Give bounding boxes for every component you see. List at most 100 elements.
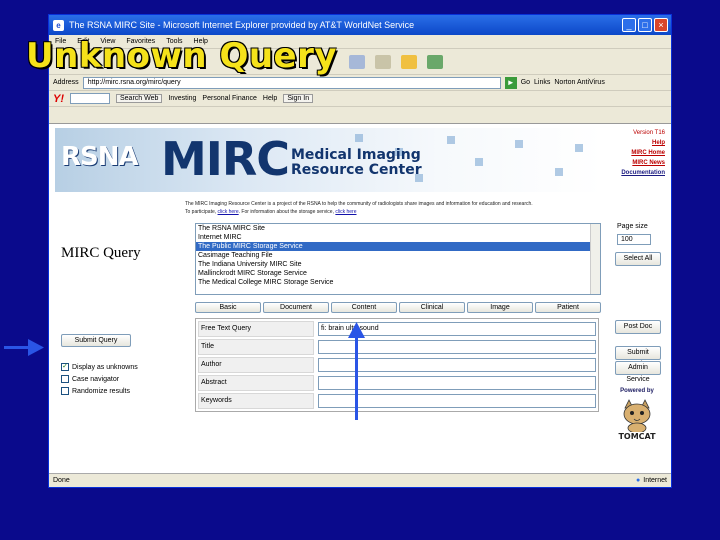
yahoo-logo-icon[interactable]: Y! bbox=[53, 93, 64, 105]
field-label: Keywords bbox=[198, 393, 314, 409]
server-item[interactable]: The RSNA MIRC Site bbox=[196, 224, 600, 233]
rsna-logo: RSNA bbox=[61, 142, 139, 172]
slide-title: Unknown Query bbox=[26, 36, 338, 76]
server-item[interactable]: The Indiana University MIRC Site bbox=[196, 260, 600, 269]
field-label: Abstract bbox=[198, 375, 314, 391]
page-size-label: Page size bbox=[617, 223, 648, 230]
field-row-author: Author bbox=[198, 357, 596, 373]
post-doc-button[interactable]: Post Doc bbox=[615, 320, 661, 334]
documentation-link[interactable]: Documentation bbox=[609, 168, 665, 178]
go-arrow-icon[interactable]: ► bbox=[504, 76, 517, 89]
maximize-button[interactable]: □ bbox=[638, 18, 652, 32]
option-label: Case navigator bbox=[72, 375, 120, 383]
server-item[interactable]: Mallinckrodt MIRC Storage Service bbox=[196, 269, 600, 278]
yahoo-toolbar: Y! Search Web Investing Personal Finance… bbox=[49, 91, 671, 107]
tab-image[interactable]: Image bbox=[467, 302, 533, 313]
links-button[interactable]: Links bbox=[534, 79, 550, 86]
powered-by-text: Powered by bbox=[620, 388, 654, 394]
submit-service-button[interactable]: Submit Service bbox=[615, 346, 661, 368]
print-icon[interactable] bbox=[375, 54, 391, 69]
tab-patient[interactable]: Patient bbox=[535, 302, 601, 313]
intro-text: The MIRC Imaging Resource Center is a pr… bbox=[185, 200, 535, 216]
mail-icon[interactable] bbox=[349, 54, 365, 69]
option-case-navigator[interactable]: Case navigator bbox=[61, 375, 119, 383]
mirc-banner: RSNA MIRC Medical Imaging Resource Cente… bbox=[55, 128, 603, 192]
version-text: Version T16 bbox=[633, 130, 665, 136]
field-row-title: Title bbox=[198, 339, 596, 355]
intro-link-1[interactable]: click here bbox=[218, 209, 239, 215]
field-row-keywords: Keywords bbox=[198, 393, 596, 409]
field-row-abstract: Abstract bbox=[198, 375, 596, 391]
intro-link-2[interactable]: click here bbox=[335, 209, 356, 215]
mirc-subtitle: Medical Imaging Resource Center bbox=[291, 147, 422, 178]
page-title: MIRC Query bbox=[61, 245, 141, 261]
mirc-logo: MIRC bbox=[161, 132, 290, 186]
keywords-input[interactable] bbox=[318, 394, 596, 408]
server-list-scrollbar[interactable] bbox=[590, 224, 600, 294]
tab-basic[interactable]: Basic bbox=[195, 302, 261, 313]
annotation-arrow-head-up-icon bbox=[348, 322, 365, 338]
option-label: Display as unknowns bbox=[72, 363, 138, 371]
field-label: Free Text Query bbox=[198, 321, 314, 337]
query-tabs: Basic Document Content Clinical Image Pa… bbox=[195, 302, 601, 313]
mirc-news-link[interactable]: MIRC News bbox=[609, 158, 665, 168]
yahoo-search-input[interactable] bbox=[70, 93, 110, 104]
server-item-selected[interactable]: The Public MIRC Storage Service bbox=[196, 242, 600, 251]
status-text: Done bbox=[53, 477, 70, 484]
option-randomize[interactable]: Randomize results bbox=[61, 387, 130, 395]
zone-text: Internet bbox=[643, 477, 667, 484]
investing-button[interactable]: Investing bbox=[168, 95, 196, 102]
intro-body-2: . For information about the storage serv… bbox=[238, 209, 336, 215]
annotation-arrow-head-right-icon bbox=[28, 339, 44, 356]
field-row-free-text: Free Text Query fi: brain ultrasound bbox=[198, 321, 596, 337]
globe-icon: ● bbox=[636, 477, 641, 484]
folder-icon[interactable] bbox=[401, 54, 417, 69]
yahoo-help-button[interactable]: Help bbox=[263, 95, 277, 102]
norton-button[interactable]: Norton AntiVirus bbox=[554, 79, 604, 86]
option-display-unknowns[interactable]: ✓ Display as unknowns bbox=[61, 363, 138, 371]
server-item[interactable]: Casimage Teaching File bbox=[196, 251, 600, 260]
server-item[interactable]: The Medical College MIRC Storage Service bbox=[196, 278, 600, 287]
close-button[interactable]: × bbox=[654, 18, 668, 32]
tomcat-name: TOMCAT bbox=[618, 432, 656, 441]
field-label: Title bbox=[198, 339, 314, 355]
messenger-icon[interactable] bbox=[427, 54, 443, 69]
mirc-home-link[interactable]: MIRC Home bbox=[609, 148, 665, 158]
page-content: RSNA MIRC Medical Imaging Resource Cente… bbox=[49, 123, 671, 473]
address-input[interactable]: http://mirc.rsna.org/mirc/query bbox=[82, 76, 501, 89]
checkbox[interactable] bbox=[61, 375, 69, 383]
side-links: Version T16 Help MIRC Home MIRC News Doc… bbox=[609, 128, 665, 178]
help-link[interactable]: Help bbox=[609, 138, 665, 148]
status-bar: Done ● Internet bbox=[49, 473, 671, 487]
minimize-button[interactable]: _ bbox=[622, 18, 636, 32]
address-label: Address bbox=[53, 79, 79, 86]
author-input[interactable] bbox=[318, 358, 596, 372]
select-all-button[interactable]: Select All bbox=[615, 252, 661, 266]
submit-query-button[interactable]: Submit Query bbox=[61, 334, 131, 347]
option-label: Randomize results bbox=[72, 387, 130, 395]
checkbox-checked[interactable]: ✓ bbox=[61, 363, 69, 371]
personal-finance-button[interactable]: Personal Finance bbox=[202, 95, 256, 102]
server-list[interactable]: The RSNA MIRC Site Internet MIRC The Pub… bbox=[195, 223, 601, 295]
browser-window: e The RSNA MIRC Site - Microsoft Interne… bbox=[48, 14, 672, 488]
title-input[interactable] bbox=[318, 340, 596, 354]
go-button[interactable]: Go bbox=[521, 79, 530, 86]
tab-document[interactable]: Document bbox=[263, 302, 329, 313]
page-size-select[interactable]: 100 bbox=[617, 234, 651, 245]
tab-content[interactable]: Content bbox=[331, 302, 397, 313]
address-bar: Address http://mirc.rsna.org/mirc/query … bbox=[49, 75, 671, 91]
abstract-input[interactable] bbox=[318, 376, 596, 390]
annotation-arrow-shaft-up bbox=[355, 336, 358, 420]
admin-service-button[interactable]: Admin Service bbox=[615, 361, 661, 383]
sign-in-button[interactable]: Sign In bbox=[283, 94, 314, 103]
tomcat-logo-icon bbox=[623, 399, 651, 432]
window-title: The RSNA MIRC Site - Microsoft Internet … bbox=[69, 20, 415, 30]
tab-clinical[interactable]: Clinical bbox=[399, 302, 465, 313]
field-label: Author bbox=[198, 357, 314, 373]
yahoo-search-button[interactable]: Search Web bbox=[116, 94, 163, 103]
server-item[interactable]: Internet MIRC bbox=[196, 233, 600, 242]
checkbox[interactable] bbox=[61, 387, 69, 395]
query-fields: Free Text Query fi: brain ultrasound Tit… bbox=[195, 318, 599, 412]
ie-logo-icon: e bbox=[53, 19, 64, 31]
window-titlebar[interactable]: e The RSNA MIRC Site - Microsoft Interne… bbox=[49, 15, 671, 35]
